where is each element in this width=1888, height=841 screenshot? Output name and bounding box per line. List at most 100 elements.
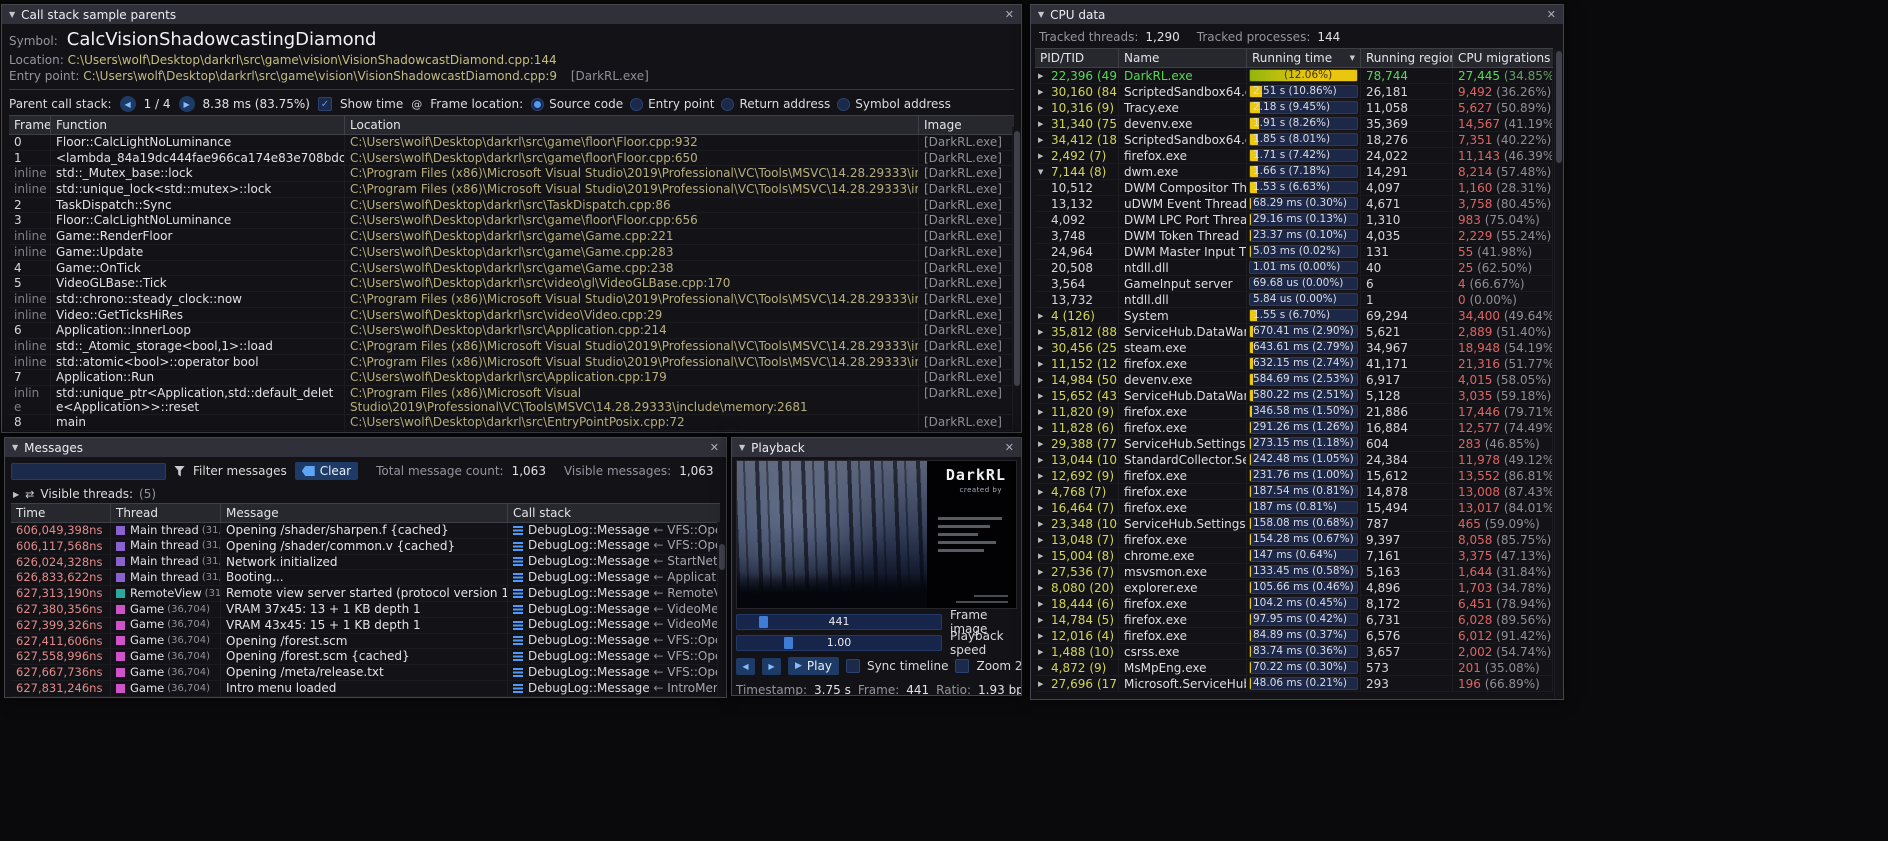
expander-icon[interactable]: ▶ — [1038, 436, 1047, 451]
callstack-column-header-image[interactable]: Image — [919, 116, 1014, 134]
expander-icon[interactable]: ▶ — [1038, 452, 1047, 467]
expander-icon[interactable]: ▶ — [1038, 468, 1047, 483]
expander-icon[interactable]: ▶ — [1038, 372, 1047, 387]
cpu-process-row[interactable]: ▶15,004(8)chrome.exe147 ms (0.64%)7,1613… — [1035, 548, 1553, 564]
expander-icon[interactable]: ▶ — [1038, 564, 1047, 579]
playback-titlebar[interactable]: ▼ Playback ✕ — [732, 438, 1021, 457]
sync-timeline-checkbox[interactable] — [846, 659, 860, 673]
callstack-frame-row[interactable]: inlineGame::UpdateC:\Users\wolf\Desktop\… — [9, 245, 1014, 261]
message-row[interactable]: 626,024,328nsMain thread(31,596)Network … — [11, 555, 720, 571]
expander-icon[interactable]: ▼ — [1038, 164, 1047, 179]
expander-icon[interactable]: ▶ — [1038, 132, 1047, 147]
message-row[interactable]: 627,313,190nsRemoteView(31,392)Remote vi… — [11, 586, 720, 602]
cpu-process-row[interactable]: ▶12,016(4)firefox.exe84.89 ms (0.37%)6,5… — [1035, 628, 1553, 644]
callstack-column-header-frame[interactable]: Frame — [9, 116, 51, 134]
play-button[interactable]: ▶ Play — [788, 657, 839, 675]
tree-expander-icon[interactable]: ▶ — [13, 490, 19, 499]
messages-titlebar[interactable]: ▼ Messages ✕ — [5, 438, 726, 457]
expander-icon[interactable]: ▶ — [1038, 100, 1047, 115]
expander-icon[interactable]: ▶ — [1038, 116, 1047, 131]
messages-column-header-message[interactable]: Message — [221, 504, 508, 522]
message-row[interactable]: 626,833,622nsMain thread(31,596)Booting.… — [11, 570, 720, 586]
cpu-titlebar[interactable]: ▼ CPU data ✕ — [1031, 5, 1563, 24]
callstack-frame-row[interactable]: 6Application::InnerLoopC:\Users\wolf\Des… — [9, 323, 1014, 339]
callstack-frame-row[interactable]: 4Game::OnTickC:\Users\wolf\Desktop\darkr… — [9, 261, 1014, 277]
expander-icon[interactable]: ▶ — [1038, 548, 1047, 563]
callstack-frame-row[interactable]: inlineVideo::GetTicksHiResC:\Users\wolf\… — [9, 308, 1014, 324]
expander-icon[interactable]: ▶ — [1038, 404, 1047, 419]
cpu-process-row[interactable]: 3,748DWM Token Thread23.37 ms (0.10%)4,0… — [1035, 228, 1553, 244]
message-row[interactable]: 627,411,606nsGame(36,704)Opening /forest… — [11, 634, 720, 650]
cpu-column-header-running-time[interactable]: Running time▼ — [1247, 49, 1361, 67]
expander-icon[interactable]: ▶ — [1038, 340, 1047, 355]
cpu-process-row[interactable]: ▶35,812(88)ServiceHub.DataWarehou670.41 … — [1035, 324, 1553, 340]
cpu-process-row[interactable]: ▶23,348(106)ServiceHub.SettingsHost158.0… — [1035, 516, 1553, 532]
cpu-process-row[interactable]: ▶4,768(7)firefox.exe187.54 ms (0.81%)14,… — [1035, 484, 1553, 500]
cpu-process-row[interactable]: ▶31,340(75)devenv.exe1.91 s (8.26%)35,36… — [1035, 116, 1553, 132]
cpu-scrollbar[interactable] — [1554, 49, 1563, 698]
collapse-arrow-icon[interactable]: ▼ — [739, 443, 745, 452]
callstack-frame-row[interactable]: 0Floor::CalcLightNoLuminanceC:\Users\wol… — [9, 135, 1014, 151]
expander-icon[interactable]: ▶ — [1038, 68, 1047, 83]
expander-icon[interactable]: ▶ — [1038, 324, 1047, 339]
cpu-process-row[interactable]: ▶11,152(12)firefox.exe632.15 ms (2.74%)4… — [1035, 356, 1553, 372]
radio-icon[interactable] — [531, 98, 544, 111]
radio-icon[interactable] — [721, 98, 734, 111]
message-row[interactable]: 606,117,568nsMain thread(31,596)Opening … — [11, 539, 720, 555]
expander-icon[interactable]: ▶ — [1038, 532, 1047, 547]
cpu-process-row[interactable]: ▶29,388(77)ServiceHub.SettingsHost273.15… — [1035, 436, 1553, 452]
callstack-scrollbar-thumb[interactable] — [1014, 131, 1020, 386]
cpu-process-row[interactable]: ▶27,536(7)msvsmon.exe133.45 ms (0.58%)5,… — [1035, 564, 1553, 580]
message-callstack[interactable]: DebugLog::Message ← VideoMemo — [508, 618, 720, 633]
cpu-process-row[interactable]: ▶11,820(9)firefox.exe346.58 ms (1.50%)21… — [1035, 404, 1553, 420]
callstack-frame-row[interactable]: inlinestd::_Atomic_storage<bool,1>::load… — [9, 339, 1014, 355]
collapse-arrow-icon[interactable]: ▼ — [12, 443, 18, 452]
frame-location-option-symbol-address[interactable]: Symbol address — [837, 97, 951, 111]
message-row[interactable]: 627,399,326nsGame(36,704)VRAM 43x45: 15 … — [11, 618, 720, 634]
messages-column-header-call-stack[interactable]: Call stack — [508, 504, 720, 522]
expander-icon[interactable]: ▶ — [1038, 628, 1047, 643]
cpu-process-row[interactable]: ▶15,652(43)ServiceHub.DataWarehou580.22 … — [1035, 388, 1553, 404]
message-callstack[interactable]: DebugLog::Message ← VFS::Open — [508, 523, 720, 538]
cpu-process-row[interactable]: ▶10,316(9)Tracy.exe2.18 s (9.45%)11,0585… — [1035, 100, 1553, 116]
message-callstack[interactable]: DebugLog::Message ← VFS::Open — [508, 665, 720, 680]
close-icon[interactable]: ✕ — [1005, 441, 1014, 454]
frame-location-option-source-code[interactable]: Source code — [531, 97, 623, 111]
cpu-column-header-cpu-migrations[interactable]: CPU migrations — [1453, 49, 1553, 67]
callstack-frame-row[interactable]: inlinestd::_Mutex_base::lockC:\Program F… — [9, 166, 1014, 182]
callstack-frame-row[interactable]: 5VideoGLBase::TickC:\Users\wolf\Desktop\… — [9, 276, 1014, 292]
cpu-process-row[interactable]: 3,564GameInput server69.68 us (0.00%)64 … — [1035, 276, 1553, 292]
collapse-arrow-icon[interactable]: ▼ — [1038, 10, 1044, 19]
cpu-column-header-name[interactable]: Name — [1119, 49, 1247, 67]
frame-image-slider[interactable]: 441 — [736, 614, 942, 630]
callstack-frame-row[interactable]: inlineGame::RenderFloorC:\Users\wolf\Des… — [9, 229, 1014, 245]
cpu-process-row[interactable]: ▶14,784(5)firefox.exe97.95 ms (0.42%)6,7… — [1035, 612, 1553, 628]
cpu-process-row[interactable]: ▶30,160(84)ScriptedSandbox64.exe2.51 s (… — [1035, 84, 1553, 100]
cpu-process-row[interactable]: 4,092DWM LPC Port Thread29.16 ms (0.13%)… — [1035, 212, 1553, 228]
callstack-frame-row[interactable]: 3Floor::CalcLightNoLuminanceC:\Users\wol… — [9, 213, 1014, 229]
expander-icon[interactable]: ▶ — [1038, 516, 1047, 531]
cpu-scrollbar-thumb[interactable] — [1556, 51, 1562, 163]
message-callstack[interactable]: DebugLog::Message ← RemoteVie — [508, 586, 720, 601]
next-frame-button[interactable]: ▶ — [762, 658, 781, 675]
callstack-frame-row[interactable]: 2TaskDispatch::SyncC:\Users\wolf\Desktop… — [9, 198, 1014, 214]
close-icon[interactable]: ✕ — [710, 441, 719, 454]
message-callstack[interactable]: DebugLog::Message ← Application: — [508, 570, 720, 585]
cpu-process-row[interactable]: ▶34,412(18)ScriptedSandbox64.exe1.85 s (… — [1035, 132, 1553, 148]
close-icon[interactable]: ✕ — [1005, 8, 1014, 21]
message-callstack[interactable]: DebugLog::Message ← VFS::Open — [508, 539, 720, 554]
next-callstack-button[interactable]: ▶ — [179, 96, 195, 112]
radio-icon[interactable] — [630, 98, 643, 111]
message-callstack[interactable]: DebugLog::Message ← IntroMenu:: — [508, 681, 720, 696]
expander-icon[interactable]: ▶ — [1038, 500, 1047, 515]
cpu-process-row[interactable]: 20,508ntdll.dll1.01 ms (0.00%)4025 (62.5… — [1035, 260, 1553, 276]
cpu-process-row[interactable]: ▶1,488(10)csrss.exe83.74 ms (0.36%)3,657… — [1035, 644, 1553, 660]
close-icon[interactable]: ✕ — [1547, 8, 1556, 21]
callstack-frame-row[interactable]: 7Application::RunC:\Users\wolf\Desktop\d… — [9, 370, 1014, 386]
callstack-frame-row[interactable]: inlinestd::atomic<bool>::operator boolC:… — [9, 355, 1014, 371]
expander-icon[interactable]: ▶ — [1038, 612, 1047, 627]
message-row[interactable]: 606,049,398nsMain thread(31,596)Opening … — [11, 523, 720, 539]
show-time-checkbox[interactable] — [318, 97, 332, 111]
cpu-process-row[interactable]: 24,964DWM Master Input Thread5.03 ms (0.… — [1035, 244, 1553, 260]
playback-speed-slider[interactable]: 1.00 — [736, 635, 942, 651]
